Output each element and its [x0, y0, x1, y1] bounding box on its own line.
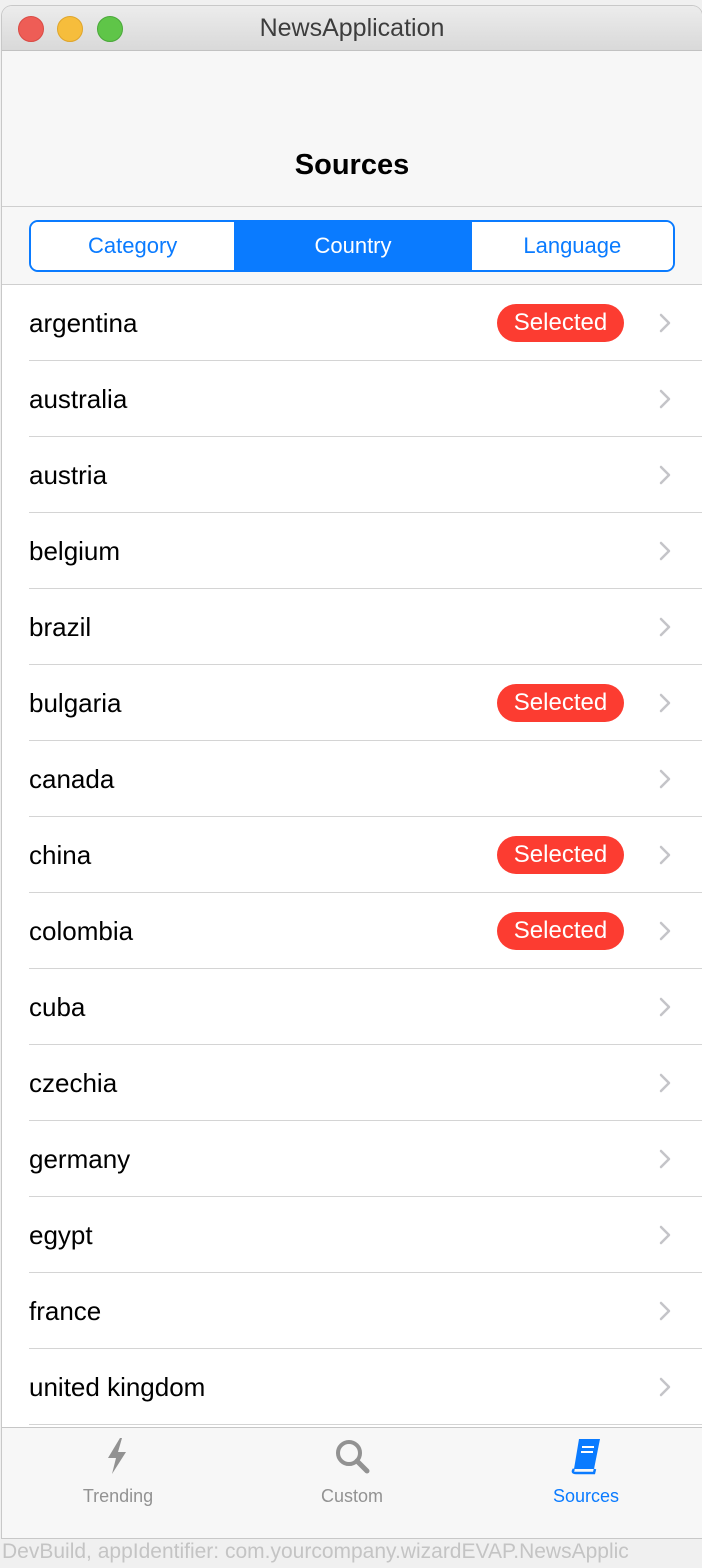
list-item[interactable]: argentina Selected — [2, 285, 702, 361]
list-item[interactable]: belgium — [2, 513, 702, 589]
list-item[interactable]: czechia — [2, 1045, 702, 1121]
navigation-bar: Sources — [2, 51, 702, 207]
list-item[interactable]: canada — [2, 741, 702, 817]
chevron-right-icon — [659, 541, 671, 561]
country-label: austria — [29, 460, 108, 490]
tab-sources[interactable]: Sources — [470, 1428, 702, 1538]
selected-badge: Selected — [497, 304, 624, 342]
page-title: Sources — [294, 149, 410, 181]
lightning-bolt-icon — [108, 1438, 126, 1474]
magnifier-icon — [336, 1440, 370, 1474]
country-label: china — [29, 840, 92, 870]
country-label: united kingdom — [29, 1372, 206, 1402]
list-item[interactable]: egypt — [2, 1197, 702, 1273]
list-item[interactable]: united kingdom — [2, 1349, 702, 1425]
title-bar: NewsApplication — [2, 6, 702, 51]
chevron-right-icon — [659, 1149, 671, 1169]
country-label: france — [29, 1296, 102, 1326]
country-label: belgium — [29, 536, 121, 566]
country-label: colombia — [29, 916, 134, 946]
tab-sources-label: Sources — [552, 1486, 620, 1506]
country-label: canada — [29, 764, 115, 794]
list-item[interactable]: bulgaria Selected — [2, 665, 702, 741]
chevron-right-icon — [659, 1301, 671, 1321]
selected-badge: Selected — [497, 684, 624, 722]
list-item[interactable]: china Selected — [2, 817, 702, 893]
list-item[interactable]: cuba — [2, 969, 702, 1045]
segment-language[interactable]: Language — [471, 222, 673, 270]
chevron-right-icon — [659, 693, 671, 713]
list-item[interactable]: germany — [2, 1121, 702, 1197]
chevron-right-icon — [659, 997, 671, 1017]
tab-trending[interactable]: Trending — [2, 1428, 234, 1538]
list-item[interactable]: brazil — [2, 589, 702, 665]
tab-custom-label: Custom — [320, 1486, 383, 1506]
chevron-right-icon — [659, 465, 671, 485]
chevron-right-icon — [659, 921, 671, 941]
chevron-right-icon — [659, 313, 671, 333]
country-label: czechia — [29, 1068, 118, 1098]
country-label: cuba — [29, 992, 86, 1022]
country-label: brazil — [29, 612, 92, 642]
country-label: argentina — [29, 308, 138, 338]
country-label: egypt — [29, 1220, 93, 1250]
chevron-right-icon — [659, 1225, 671, 1245]
segmented-control: Category Country Language — [29, 220, 675, 272]
segment-country[interactable]: Country — [234, 222, 472, 270]
chevron-right-icon — [659, 845, 671, 865]
list-item[interactable]: colombia Selected — [2, 893, 702, 969]
country-label: germany — [29, 1144, 131, 1174]
tab-trending-label: Trending — [82, 1486, 154, 1506]
chevron-right-icon — [659, 1073, 671, 1093]
chevron-right-icon — [659, 617, 671, 637]
list-item[interactable]: australia — [2, 361, 702, 437]
app-window: NewsApplication Sources Category Country… — [2, 6, 702, 1538]
segment-category[interactable]: Category — [31, 222, 235, 270]
country-list: argentina Selected australia austria belgium… — [2, 285, 702, 1427]
country-label: bulgaria — [29, 688, 122, 718]
segment-bar: Category Country Language — [2, 207, 702, 285]
list-item[interactable]: austria — [2, 437, 702, 513]
window-title: NewsApplication — [259, 14, 445, 42]
chevron-right-icon — [659, 389, 671, 409]
build-info-text: DevBuild, appIdentifier: com.yourcompany… — [2, 1540, 629, 1563]
chevron-right-icon — [659, 769, 671, 789]
chevron-right-icon — [659, 1377, 671, 1397]
tab-bar: Trending Custom Sources — [2, 1427, 702, 1538]
tab-custom[interactable]: Custom — [236, 1428, 468, 1538]
book-icon — [571, 1439, 600, 1475]
list-item[interactable]: france — [2, 1273, 702, 1349]
selected-badge: Selected — [497, 836, 624, 874]
selected-badge: Selected — [497, 912, 624, 950]
country-label: australia — [29, 384, 128, 414]
